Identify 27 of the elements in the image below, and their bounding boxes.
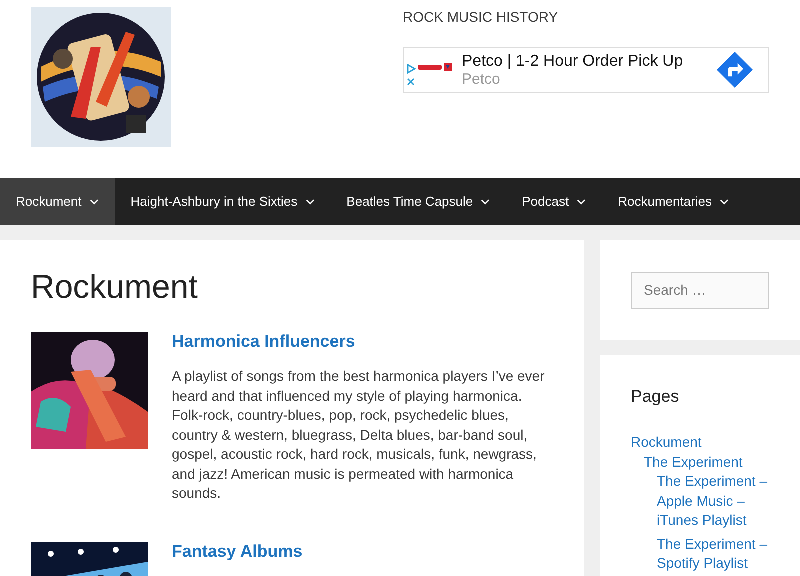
page-link[interactable]: The Experiment – Apple Music – iTunes Playlist bbox=[657, 472, 769, 530]
ad-banner[interactable]: Petco | 1-2 Hour Order Pick Up Petco bbox=[403, 47, 769, 93]
search-field[interactable]: Search … bbox=[631, 272, 769, 308]
post-title-link[interactable]: Harmonica Influencers bbox=[172, 332, 553, 352]
caret-icon bbox=[90, 198, 99, 204]
caret-icon bbox=[306, 198, 315, 204]
directions-icon[interactable] bbox=[716, 51, 754, 89]
nav-menu-item[interactable]: Haight-Ashbury in the Sixties bbox=[114, 178, 331, 225]
nav-menu-item[interactable]: Podcast bbox=[506, 178, 602, 225]
site-tagline: ROCK MUSIC HISTORY bbox=[403, 9, 560, 25]
nav-menu-item[interactable]: Beatles Time Capsule bbox=[330, 178, 506, 225]
post-title-link[interactable]: Fantasy Albums bbox=[172, 542, 553, 562]
caret-icon bbox=[481, 198, 490, 204]
post-excerpt: A playlist of songs from the best harmonica players I’ve ever heard and that influenced my style of playing harmonica. Folk-rock, country-blues, pop, rock, psychedelic blues, country & western, bluegrass, Delta blues, bar-band soul, gospel, acoustic rock, hard rock, musicals, funk, newgrass, and jazz! American music is permeated with harmonica sounds. bbox=[172, 367, 546, 503]
widget-title: Pages bbox=[631, 387, 680, 407]
ad-choices-icon[interactable] bbox=[406, 64, 416, 74]
close-icon[interactable] bbox=[406, 76, 416, 86]
page-title: Rockument bbox=[31, 268, 199, 306]
page-link[interactable]: The Experiment – Spotify Playlist bbox=[657, 534, 769, 574]
nav-menu-item[interactable]: Rockument bbox=[0, 178, 115, 225]
ad-title[interactable]: Petco | 1-2 Hour Order Pick Up bbox=[462, 52, 716, 70]
caret-icon bbox=[577, 198, 586, 204]
ad-advertiser: Petco bbox=[462, 70, 502, 88]
caret-icon bbox=[720, 198, 730, 204]
page-link[interactable]: Rockument bbox=[631, 433, 769, 452]
page-link[interactable]: The Experiment bbox=[644, 452, 769, 472]
nav-menu-item[interactable]: Rockumentaries bbox=[602, 178, 746, 225]
